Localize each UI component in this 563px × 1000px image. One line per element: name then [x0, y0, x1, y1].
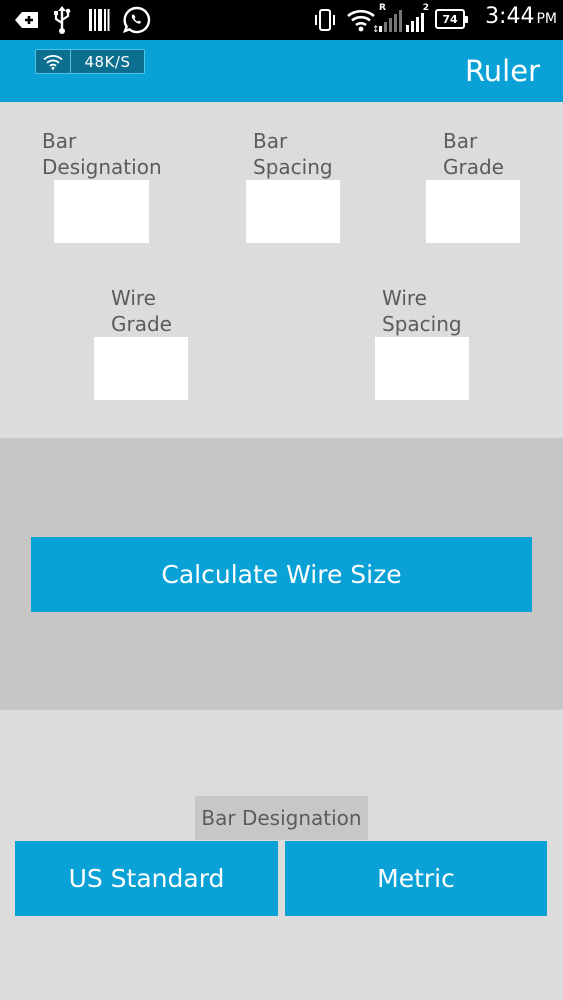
input-section: Bar Designation Bar Spacing Bar Grade Wi… — [0, 102, 563, 438]
wire-grade-input[interactable] — [94, 337, 188, 400]
vibrate-icon — [313, 6, 337, 34]
cell-signal-icon-2: 2 — [405, 3, 429, 34]
bar-spacing-input[interactable] — [246, 180, 340, 243]
bar-designation-input[interactable] — [54, 180, 149, 243]
calculate-wire-size-button[interactable]: Calculate Wire Size — [31, 537, 532, 612]
metric-button[interactable]: Metric — [285, 841, 547, 916]
barcode-icon — [87, 6, 111, 34]
wifi-icon — [36, 50, 71, 73]
battery-icon: 74 — [435, 9, 468, 29]
designation-section: Bar Designation US Standard Metric — [0, 710, 563, 1000]
calculate-section: Calculate Wire Size — [0, 438, 563, 710]
wifi-signal-icon: ↕ — [345, 6, 379, 34]
network-speed: 48K/S — [84, 52, 131, 71]
network-speed-badge: 48K/S — [35, 49, 145, 74]
clock-time: 3:44 — [485, 4, 535, 29]
wire-grade-label: Wire Grade — [111, 286, 172, 336]
sim-number-label: 2 — [422, 3, 429, 13]
network-type-label: R — [379, 3, 386, 13]
usb-icon — [50, 6, 74, 34]
page-title: Ruler — [464, 54, 540, 88]
cell-signal-icon: R — [378, 3, 404, 34]
status-bar: ↕ R 2 74 3:44 PM — [0, 0, 563, 40]
clock-ampm: PM — [536, 11, 557, 27]
whatsapp-icon — [122, 6, 152, 34]
us-standard-button[interactable]: US Standard — [15, 841, 278, 916]
bar-designation-label: Bar Designation — [42, 129, 162, 179]
add-notification-icon — [14, 6, 40, 34]
bar-designation-toggle-label: Bar Designation — [195, 796, 368, 840]
bar-grade-label: Bar Grade — [443, 129, 504, 179]
clock: 3:44 PM — [485, 4, 557, 36]
app-bar: 48K/S Ruler — [0, 40, 563, 102]
battery-level: 74 — [442, 12, 458, 26]
bar-grade-input[interactable] — [426, 180, 520, 243]
wire-spacing-input[interactable] — [375, 337, 469, 400]
bar-spacing-label: Bar Spacing — [253, 129, 333, 179]
wire-spacing-label: Wire Spacing — [382, 286, 462, 336]
